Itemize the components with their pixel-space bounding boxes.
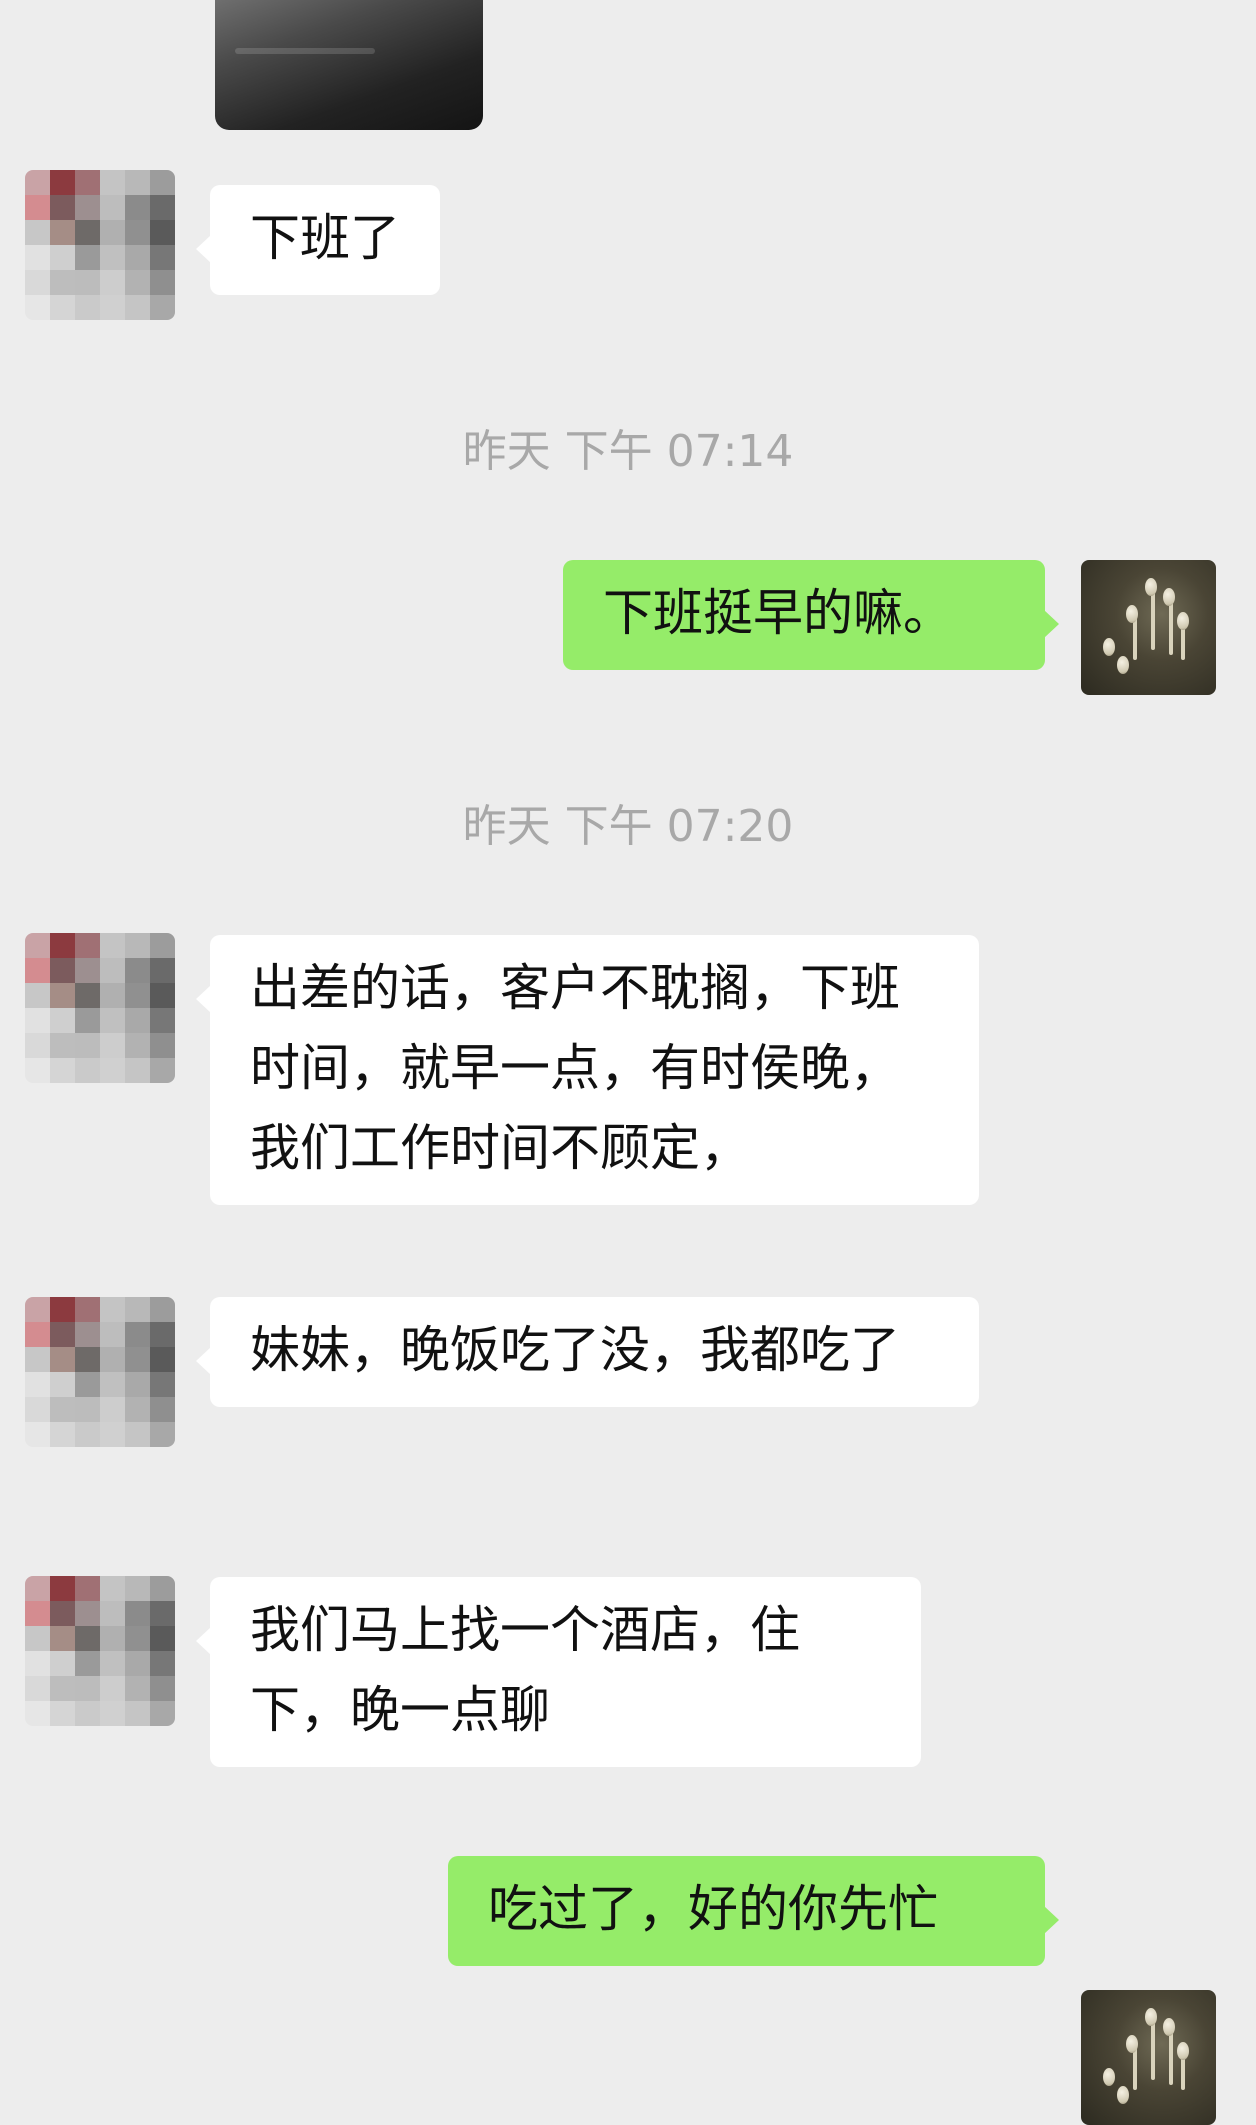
bubble-tail bbox=[196, 1627, 211, 1655]
message-bubble-outgoing[interactable]: 吃过了，好的你先忙 bbox=[448, 1856, 1059, 1966]
message-text: 吃过了，好的你先忙 bbox=[488, 1880, 938, 1938]
message-bubble-outgoing[interactable]: 下班挺早的嘛。 bbox=[563, 560, 1059, 670]
message-text: 出差的话，客户不耽搁，下班时间，就早一点，有时侯晚，我们工作时间不顾定， bbox=[250, 959, 900, 1177]
my-avatar[interactable] bbox=[1081, 560, 1216, 695]
my-avatar[interactable] bbox=[1081, 1990, 1216, 2125]
sprout-photo-icon bbox=[1081, 560, 1216, 695]
message-bubble-incoming[interactable]: 妹妹，晚饭吃了没，我都吃了 bbox=[196, 1297, 979, 1407]
contact-avatar[interactable] bbox=[25, 933, 175, 1083]
pixelated-avatar-icon bbox=[25, 170, 175, 320]
message-timestamp: 昨天 下午 07:14 bbox=[462, 426, 794, 477]
message-bubble-incoming[interactable]: 下班了 bbox=[196, 185, 440, 295]
image-message[interactable] bbox=[215, 0, 483, 130]
message-text: 我们马上找一个酒店，住下，晚一点聊 bbox=[250, 1601, 800, 1739]
message-timestamp: 昨天 下午 07:20 bbox=[462, 801, 794, 852]
contact-avatar[interactable] bbox=[25, 1297, 175, 1447]
bubble-tail bbox=[196, 985, 211, 1013]
sprout-photo-icon bbox=[1081, 1990, 1216, 2125]
message-bubble-incoming[interactable]: 出差的话，客户不耽搁，下班时间，就早一点，有时侯晚，我们工作时间不顾定， bbox=[196, 935, 979, 1205]
image-detail bbox=[235, 48, 375, 54]
message-text: 下班了 bbox=[250, 209, 400, 267]
pixelated-avatar-icon bbox=[25, 933, 175, 1083]
pixelated-avatar-icon bbox=[25, 1297, 175, 1447]
bubble-tail bbox=[1044, 610, 1059, 638]
contact-avatar[interactable] bbox=[25, 170, 175, 320]
message-text: 妹妹，晚饭吃了没，我都吃了 bbox=[250, 1321, 900, 1379]
contact-avatar[interactable] bbox=[25, 1576, 175, 1726]
message-bubble-incoming[interactable]: 我们马上找一个酒店，住下，晚一点聊 bbox=[196, 1577, 921, 1767]
bubble-tail bbox=[196, 235, 211, 263]
message-text: 下班挺早的嘛。 bbox=[603, 584, 953, 642]
bubble-tail bbox=[196, 1347, 211, 1375]
bubble-tail bbox=[1044, 1906, 1059, 1934]
pixelated-avatar-icon bbox=[25, 1576, 175, 1726]
